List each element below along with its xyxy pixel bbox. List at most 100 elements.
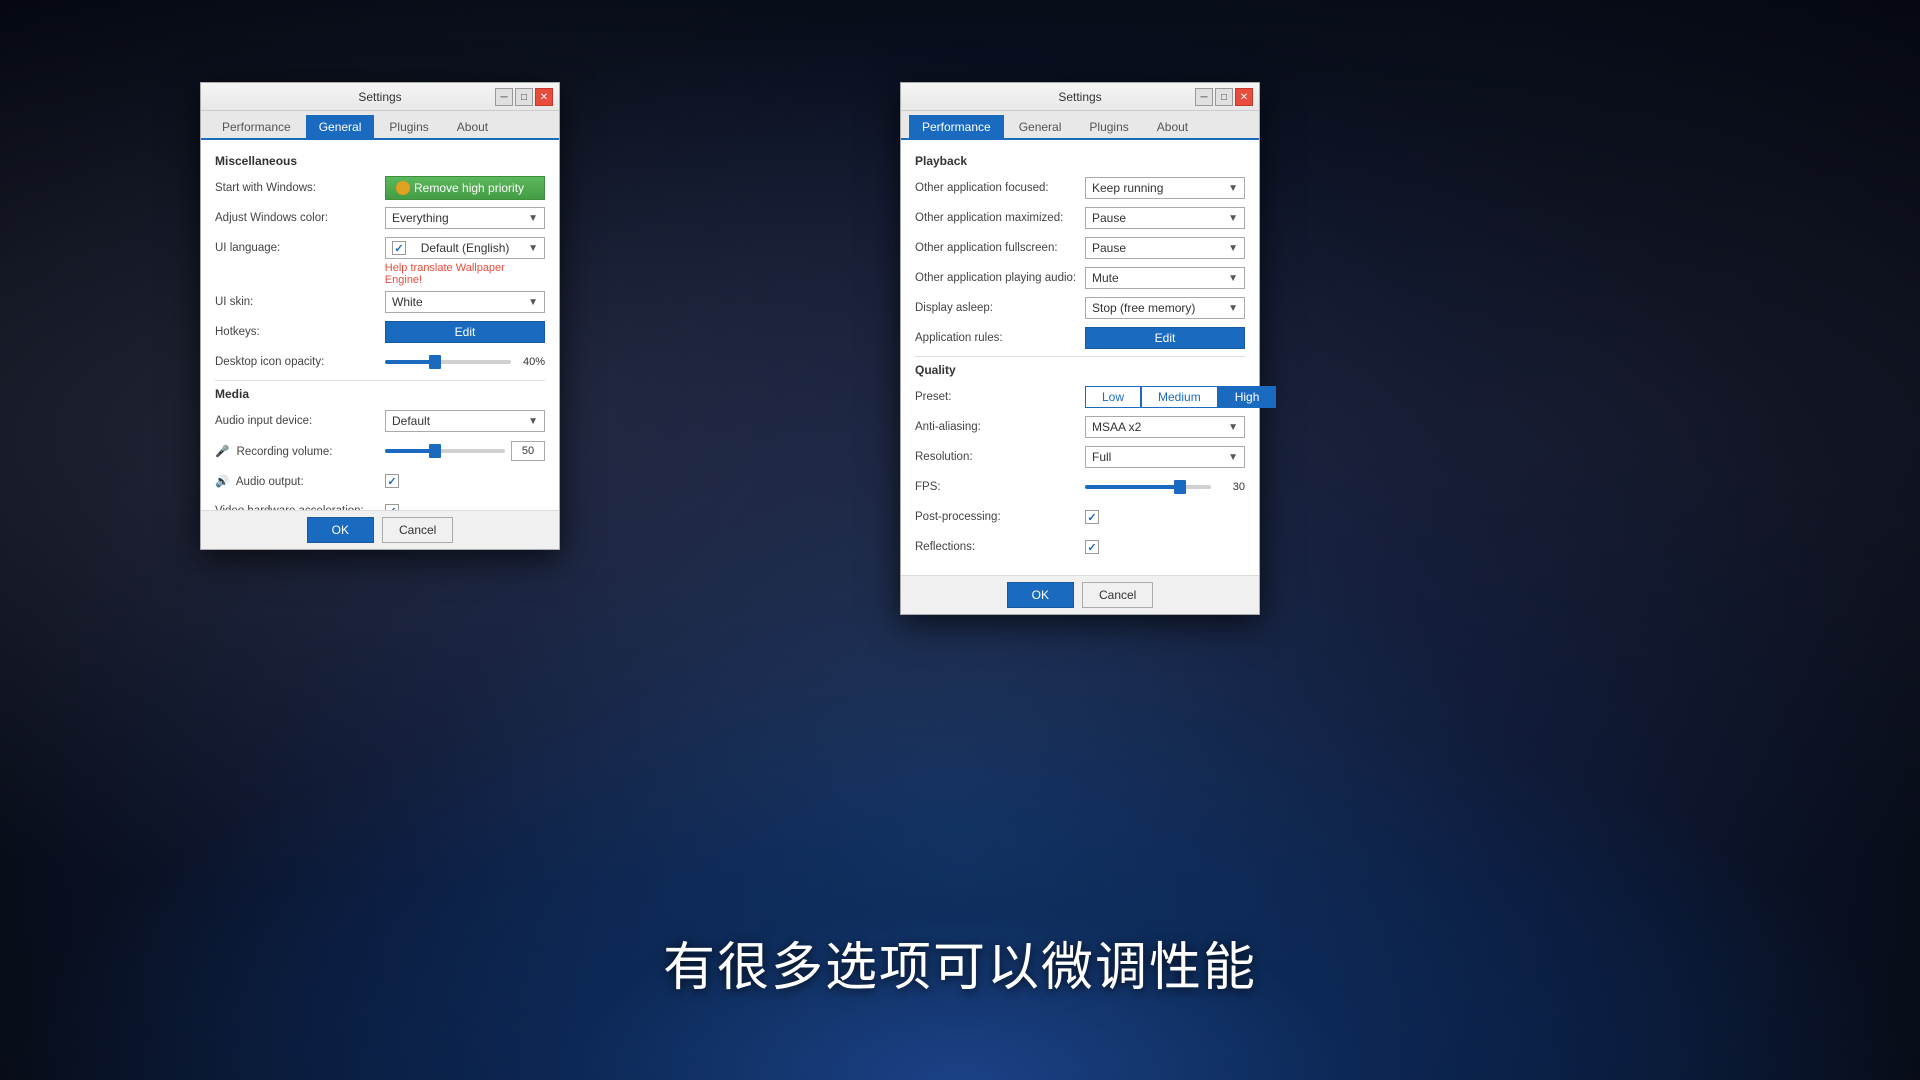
desktop-icon-opacity-label: Desktop icon opacity: (215, 356, 385, 368)
other-app-focused-label: Other application focused: (915, 182, 1085, 194)
ui-language-control: Default (English) ▼ (385, 237, 545, 259)
reflections-control (1085, 540, 1245, 555)
desktop-opacity-track[interactable] (385, 360, 511, 364)
window-content-1: Miscellaneous Start with Windows: Remove… (201, 140, 559, 510)
fps-row: FPS: 30 (915, 475, 1245, 499)
other-app-focused-control: Keep running ▼ (1085, 177, 1245, 199)
fps-label: FPS: (915, 481, 1085, 493)
cancel-button-2[interactable]: Cancel (1082, 582, 1153, 608)
ui-language-dropdown[interactable]: Default (English) ▼ (385, 237, 545, 259)
resolution-arrow: ▼ (1228, 452, 1238, 463)
tab-about-2[interactable]: About (1144, 115, 1201, 138)
ui-language-arrow: ▼ (528, 243, 538, 254)
audio-input-row: Audio input device: Default ▼ (215, 409, 545, 433)
other-app-fullscreen-control: Pause ▼ (1085, 237, 1245, 259)
preset-medium-button[interactable]: Medium (1141, 386, 1218, 408)
other-app-audio-label: Other application playing audio: (915, 272, 1085, 284)
speaker-icon: 🔊 (215, 476, 229, 488)
audio-output-row: 🔊 Audio output: (215, 469, 545, 493)
tab-performance-2[interactable]: Performance (909, 115, 1004, 138)
recording-volume-label: 🎤 Recording volume: (215, 444, 385, 458)
minimize-btn-2[interactable]: ─ (1195, 88, 1213, 106)
audio-input-arrow: ▼ (528, 416, 538, 427)
tab-performance-1[interactable]: Performance (209, 115, 304, 138)
dropdown-arrow: ▼ (528, 213, 538, 224)
recording-volume-row: 🎤 Recording volume: (215, 439, 545, 463)
display-asleep-control: Stop (free memory) ▼ (1085, 297, 1245, 319)
hotkeys-edit-button[interactable]: Edit (385, 321, 545, 343)
post-processing-control (1085, 510, 1245, 525)
fps-fill (1085, 485, 1180, 489)
titlebar-1: Settings ─ □ ✕ (201, 83, 559, 111)
video-hw-acc-control (385, 504, 545, 510)
cancel-button-1[interactable]: Cancel (382, 517, 453, 543)
app-rules-edit-button[interactable]: Edit (1085, 327, 1245, 349)
fps-track[interactable] (1085, 485, 1211, 489)
start-with-windows-label: Start with Windows: (215, 182, 385, 194)
recording-volume-track[interactable] (385, 449, 505, 453)
anti-aliasing-control: MSAA x2 ▼ (1085, 416, 1245, 438)
ui-skin-row: UI skin: White ▼ (215, 290, 545, 314)
other-app-fullscreen-dropdown[interactable]: Pause ▼ (1085, 237, 1245, 259)
app-rules-row: Application rules: Edit (915, 326, 1245, 350)
other-app-audio-control: Mute ▼ (1085, 267, 1245, 289)
minimize-btn-1[interactable]: ─ (495, 88, 513, 106)
audio-input-dropdown[interactable]: Default ▼ (385, 410, 545, 432)
adjust-windows-color-label: Adjust Windows color: (215, 212, 385, 224)
tab-plugins-1[interactable]: Plugins (376, 115, 441, 138)
ok-button-2[interactable]: OK (1007, 582, 1074, 608)
resolution-dropdown[interactable]: Full ▼ (1085, 446, 1245, 468)
tab-about-1[interactable]: About (444, 115, 501, 138)
tab-general-1[interactable]: General (306, 115, 375, 138)
video-hw-acc-checkbox[interactable] (385, 504, 399, 510)
tabs-2: Performance General Plugins About (901, 111, 1259, 140)
recording-volume-input[interactable] (511, 441, 545, 461)
other-app-maximized-dropdown[interactable]: Pause ▼ (1085, 207, 1245, 229)
display-asleep-dropdown[interactable]: Stop (free memory) ▼ (1085, 297, 1245, 319)
translate-link[interactable]: Help translate Wallpaper Engine! (385, 262, 545, 286)
tab-general-2[interactable]: General (1006, 115, 1075, 138)
close-btn-1[interactable]: ✕ (535, 88, 553, 106)
desktop-icon-opacity-row: Desktop icon opacity: 40% (215, 350, 545, 374)
recording-volume-thumb[interactable] (429, 444, 441, 458)
titlebar-2: Settings ─ □ ✕ (901, 83, 1259, 111)
window-settings-performance: Settings ─ □ ✕ Performance General Plugi… (900, 82, 1260, 615)
remove-high-priority-button[interactable]: Remove high priority (385, 176, 545, 200)
adjust-windows-color-dropdown[interactable]: Everything ▼ (385, 207, 545, 229)
other-app-focused-dropdown[interactable]: Keep running ▼ (1085, 177, 1245, 199)
post-processing-row: Post-processing: (915, 505, 1245, 529)
video-hw-acc-label: Video hardware acceleration: (215, 505, 385, 510)
other-app-maximized-control: Pause ▼ (1085, 207, 1245, 229)
desktop-opacity-value: 40% (517, 356, 545, 368)
ui-language-checkbox[interactable] (392, 241, 406, 255)
preset-high-button[interactable]: High (1218, 386, 1277, 408)
post-processing-label: Post-processing: (915, 511, 1085, 523)
other-app-fullscreen-label: Other application fullscreen: (915, 242, 1085, 254)
tab-plugins-2[interactable]: Plugins (1076, 115, 1141, 138)
video-hw-acc-row: Video hardware acceleration: (215, 499, 545, 510)
preset-low-button[interactable]: Low (1085, 386, 1141, 408)
preset-label: Preset: (915, 391, 1085, 403)
fps-thumb[interactable] (1174, 480, 1186, 494)
ok-button-1[interactable]: OK (307, 517, 374, 543)
ui-language-label: UI language: (215, 242, 385, 254)
window-controls-2: ─ □ ✕ (1195, 88, 1253, 106)
resolution-control: Full ▼ (1085, 446, 1245, 468)
ui-skin-dropdown[interactable]: White ▼ (385, 291, 545, 313)
anti-aliasing-dropdown[interactable]: MSAA x2 ▼ (1085, 416, 1245, 438)
other-app-audio-dropdown[interactable]: Mute ▼ (1085, 267, 1245, 289)
priority-icon (396, 181, 410, 195)
quality-section-title: Quality (915, 363, 1245, 377)
desktop-opacity-thumb[interactable] (429, 355, 441, 369)
maximize-btn-2[interactable]: □ (1215, 88, 1233, 106)
adjust-windows-color-row: Adjust Windows color: Everything ▼ (215, 206, 545, 230)
post-processing-checkbox[interactable] (1085, 510, 1099, 524)
desktop-opacity-fill (385, 360, 435, 364)
audio-output-checkbox[interactable] (385, 474, 399, 488)
anti-aliasing-row: Anti-aliasing: MSAA x2 ▼ (915, 415, 1245, 439)
close-btn-2[interactable]: ✕ (1235, 88, 1253, 106)
preset-control: Low Medium High (1085, 386, 1276, 408)
reflections-checkbox[interactable] (1085, 540, 1099, 554)
maximize-btn-1[interactable]: □ (515, 88, 533, 106)
anti-aliasing-label: Anti-aliasing: (915, 421, 1085, 433)
